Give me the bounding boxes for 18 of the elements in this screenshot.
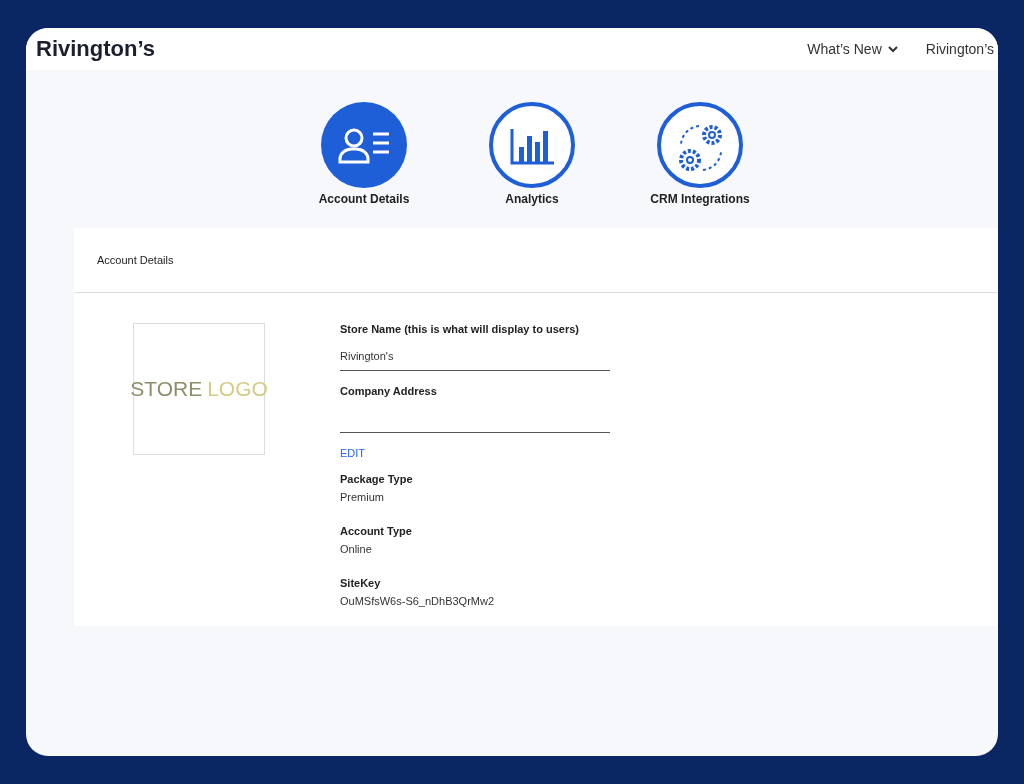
field-label: Store Name (this is what will display to users) <box>340 323 580 335</box>
tab[interactable]: Analytics <box>472 102 592 206</box>
field-label: Account Type <box>340 525 413 537</box>
tab[interactable]: CRM Integrations <box>640 102 760 206</box>
brand-title: Rivington’s <box>36 36 155 62</box>
field-label: Package Type <box>340 473 414 485</box>
field-value: OuMSfsW6s-S6_nDhB3QrMw2 <box>340 595 496 607</box>
nav-link[interactable]: What’s New <box>807 41 898 57</box>
field-label: Company Address <box>340 385 438 397</box>
tab[interactable]: Account Details <box>304 102 424 206</box>
logo-text: STORE LOGO <box>130 377 268 401</box>
field-label: SiteKey <box>340 577 382 589</box>
edit-link[interactable]: EDIT <box>340 447 366 459</box>
panel-title: Account Details <box>97 254 174 266</box>
nav-link[interactable]: Rivington’s <box>925 41 994 57</box>
input-field[interactable]: Rivington's <box>340 341 610 371</box>
field-value: Online <box>340 543 373 555</box>
field-value: Premium <box>340 491 385 503</box>
